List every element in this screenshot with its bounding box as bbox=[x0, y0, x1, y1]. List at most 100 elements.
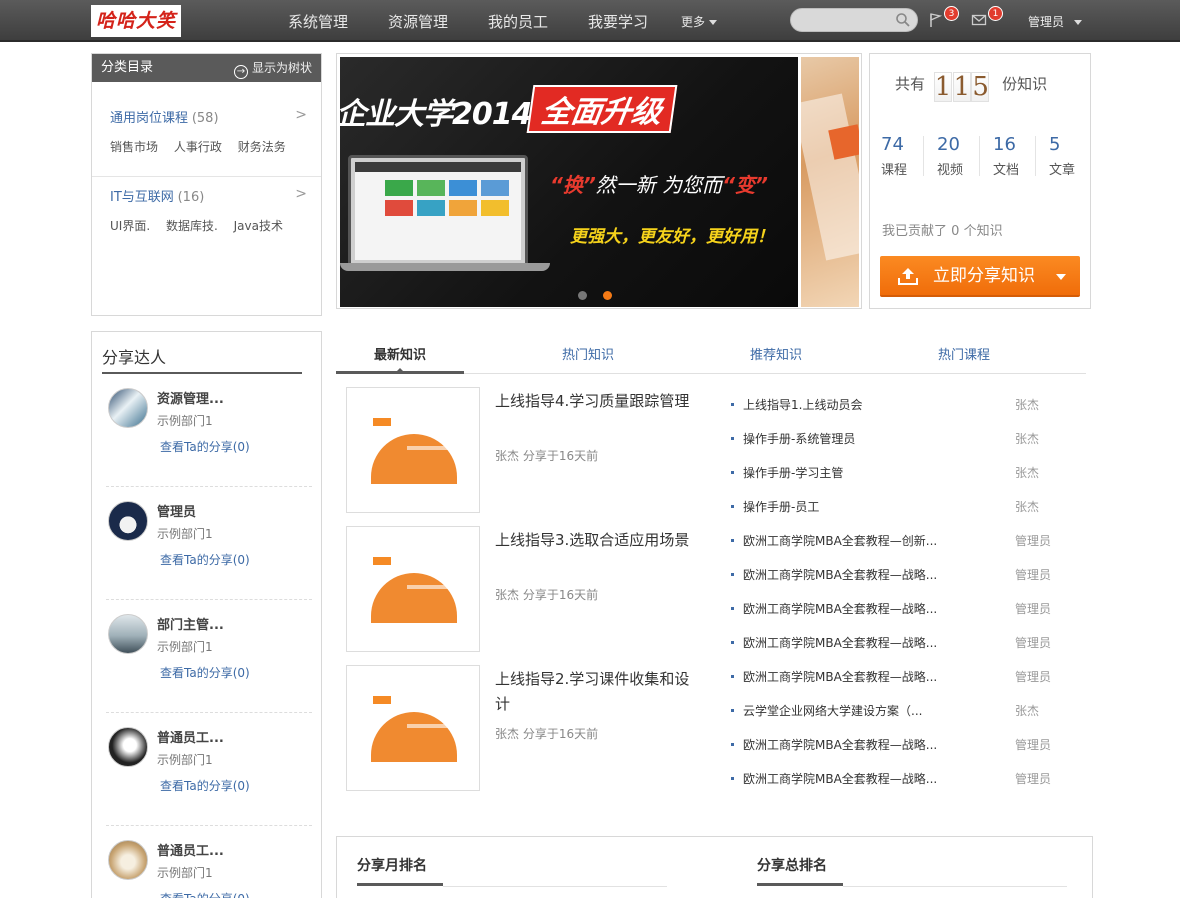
banner-slide[interactable]: 企业大学2014 全面升级 “换”然一新 为您而“变” 更强大，更友好，更好用！ bbox=[340, 57, 798, 307]
tab-hot-courses[interactable]: 热门课程 bbox=[900, 344, 1028, 374]
nav-more-menu[interactable]: 更多 bbox=[681, 0, 718, 42]
tab-latest[interactable]: 最新知识 bbox=[336, 344, 464, 374]
avatar[interactable] bbox=[108, 840, 148, 880]
sharer-name[interactable]: 资源管理... bbox=[157, 388, 224, 407]
title-underline bbox=[757, 883, 843, 886]
knowledge-list: 上线指导1.上线动员会 张杰 操作手册-系统管理员 张杰 操作手册-学习主管 张杰 操… bbox=[731, 396, 1071, 804]
tab-hot[interactable]: 热门知识 bbox=[524, 344, 652, 374]
user-menu[interactable]: 管理员 bbox=[1028, 0, 1083, 42]
site-logo[interactable]: 哈哈大笑 bbox=[91, 5, 181, 37]
subcategory-link[interactable]: UI界面. bbox=[110, 219, 150, 233]
sharer-name[interactable]: 部门主管... bbox=[157, 614, 224, 633]
bullet-icon bbox=[731, 471, 734, 474]
carousel-dot-active[interactable] bbox=[603, 291, 612, 300]
knowledge-thumbnail[interactable] bbox=[346, 526, 480, 652]
search-input[interactable] bbox=[801, 9, 897, 31]
dashed-divider bbox=[106, 486, 312, 487]
nav-system-management[interactable]: 系统管理 bbox=[288, 0, 348, 42]
nav-resource-management[interactable]: 资源管理 bbox=[388, 0, 448, 42]
view-shares-link[interactable]: 查看Ta的分享(0) bbox=[160, 777, 250, 794]
list-item-title[interactable]: 欧洲工商学院MBA全套教程—战略... bbox=[743, 668, 937, 686]
monthly-ranking-title[interactable]: 分享月排名 bbox=[357, 855, 427, 875]
total-prefix: 共有 bbox=[895, 75, 926, 93]
knowledge-meta: 张杰 分享于16天前 bbox=[495, 588, 599, 602]
subcategory-link[interactable]: Java技术 bbox=[234, 219, 283, 233]
list-item: 欧洲工商学院MBA全套教程—战略... 管理员 bbox=[731, 770, 1071, 804]
chevron-right-icon[interactable]: > bbox=[295, 107, 307, 123]
list-item-title[interactable]: 欧洲工商学院MBA全套教程—战略... bbox=[743, 736, 937, 754]
list-item-title[interactable]: 操作手册-系统管理员 bbox=[743, 430, 855, 448]
stat-documents[interactable]: 16 文档 bbox=[993, 134, 1049, 178]
tile bbox=[385, 200, 413, 216]
avatar[interactable] bbox=[108, 727, 148, 767]
avatar[interactable] bbox=[108, 614, 148, 654]
list-item-title[interactable]: 欧洲工商学院MBA全套教程—战略... bbox=[743, 600, 937, 618]
mail-icon[interactable] bbox=[971, 12, 987, 28]
view-shares-link[interactable]: 查看Ta的分享(0) bbox=[160, 664, 250, 681]
stat-courses[interactable]: 74 课程 bbox=[881, 134, 937, 178]
carousel-dot[interactable] bbox=[578, 291, 587, 300]
stat-label: 视频 bbox=[937, 163, 964, 178]
list-item-title[interactable]: 欧洲工商学院MBA全套教程—创新... bbox=[743, 532, 937, 550]
category-link[interactable]: 通用岗位课程 bbox=[110, 111, 188, 126]
category-header: 分类目录 → 显示为树状 bbox=[92, 54, 321, 82]
banner-next-slide-preview[interactable] bbox=[801, 57, 859, 307]
avatar[interactable] bbox=[108, 501, 148, 541]
subcategory-link[interactable]: 财务法务 bbox=[238, 140, 286, 154]
stat-value: 20 bbox=[937, 134, 960, 155]
subcategory-link[interactable]: 人事行政 bbox=[174, 140, 222, 154]
knowledge-thumbnail[interactable] bbox=[346, 665, 480, 791]
knowledge-meta: 张杰 分享于16天前 bbox=[495, 449, 599, 463]
avatar[interactable] bbox=[108, 388, 148, 428]
nav-learning[interactable]: 我要学习 bbox=[588, 0, 648, 42]
upload-icon bbox=[898, 268, 918, 285]
category-panel: 分类目录 → 显示为树状 通用岗位课程 (58) > 销售市场 人事行政 财务法务… bbox=[91, 53, 322, 316]
bullet-icon bbox=[731, 573, 734, 576]
category-link[interactable]: IT与互联网 bbox=[110, 190, 174, 205]
knowledge-thumbnail[interactable] bbox=[346, 387, 480, 513]
counter-digit: 1 bbox=[933, 72, 952, 102]
total-suffix: 份知识 bbox=[1002, 75, 1048, 93]
knowledge-title[interactable]: 上线指导3.选取合适应用场景 bbox=[495, 528, 695, 553]
subcategory-link[interactable]: 数据库技. bbox=[166, 219, 218, 233]
knowledge-card: 上线指导4.学习质量跟踪管理 张杰 分享于16天前 bbox=[346, 387, 706, 513]
subcategory-link[interactable]: 销售市场 bbox=[110, 140, 158, 154]
view-shares-link[interactable]: 查看Ta的分享(0) bbox=[160, 438, 250, 455]
tree-view-toggle[interactable]: → 显示为树状 bbox=[233, 54, 312, 82]
sharer-name[interactable]: 普通员工... bbox=[157, 840, 224, 859]
sharer-name[interactable]: 普通员工... bbox=[157, 727, 224, 746]
list-item-title[interactable]: 云学堂企业网络大学建设方案（... bbox=[743, 702, 922, 720]
stat-articles[interactable]: 5 文章 bbox=[1049, 134, 1105, 178]
view-shares-link[interactable]: 查看Ta的分享(0) bbox=[160, 551, 250, 568]
knowledge-title[interactable]: 上线指导2.学习课件收集和设计 bbox=[495, 667, 695, 717]
search-icon[interactable] bbox=[895, 12, 911, 28]
knowledge-title[interactable]: 上线指导4.学习质量跟踪管理 bbox=[495, 389, 695, 414]
bullet-icon bbox=[731, 675, 734, 678]
contrib-prefix: 我已贡献了 bbox=[882, 224, 948, 239]
list-item: 欧洲工商学院MBA全套教程—创新... 管理员 bbox=[731, 532, 1071, 566]
list-item-title[interactable]: 欧洲工商学院MBA全套教程—战略... bbox=[743, 634, 937, 652]
list-item-title[interactable]: 欧洲工商学院MBA全套教程—战略... bbox=[743, 770, 937, 788]
list-item-title[interactable]: 上线指导1.上线动员会 bbox=[743, 396, 862, 414]
tab-recommended[interactable]: 推荐知识 bbox=[712, 344, 840, 374]
list-item-title[interactable]: 操作手册-学习主管 bbox=[743, 464, 843, 482]
chevron-right-icon[interactable]: > bbox=[295, 186, 307, 202]
nav-my-employees[interactable]: 我的员工 bbox=[488, 0, 548, 42]
flag-icon[interactable] bbox=[928, 12, 944, 28]
list-item: 操作手册-系统管理员 张杰 bbox=[731, 430, 1071, 464]
chevron-down-icon[interactable] bbox=[1056, 274, 1066, 280]
share-button-label: 立即分享知识 bbox=[933, 266, 1035, 286]
share-knowledge-button[interactable]: 立即分享知识 bbox=[880, 256, 1080, 297]
list-item-title[interactable]: 欧洲工商学院MBA全套教程—战略... bbox=[743, 566, 937, 584]
knowledge-tabs: 最新知识 热门知识 推荐知识 热门课程 bbox=[336, 332, 1086, 374]
total-ranking-title[interactable]: 分享总排名 bbox=[757, 855, 827, 875]
stat-videos[interactable]: 20 视频 bbox=[937, 134, 993, 178]
search-box bbox=[790, 8, 918, 32]
sharer-department: 示例部门1 bbox=[157, 866, 213, 880]
sharer-name[interactable]: 管理员 bbox=[157, 501, 196, 520]
list-item: 操作手册-员工 张杰 bbox=[731, 498, 1071, 532]
view-shares-link[interactable]: 查看Ta的分享(0) bbox=[160, 890, 250, 898]
category-subitems: UI界面. 数据库技. Java技术 bbox=[110, 217, 321, 234]
thumbnail-graphic bbox=[371, 573, 457, 623]
list-item-title[interactable]: 操作手册-员工 bbox=[743, 498, 819, 516]
